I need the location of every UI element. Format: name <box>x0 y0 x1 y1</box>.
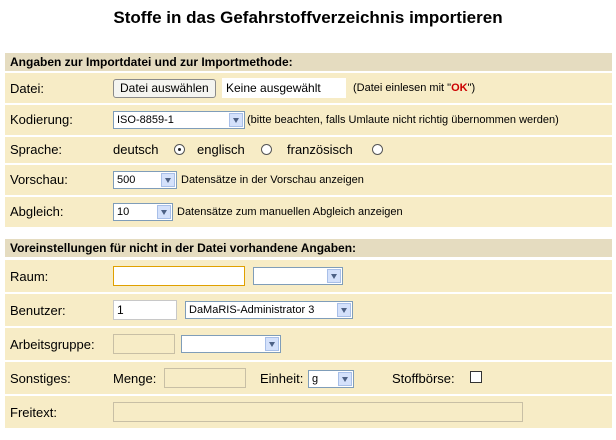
workgroup-input[interactable] <box>113 334 175 354</box>
chevron-down-icon <box>327 269 341 283</box>
file-hint: (Datei einlesen mit "OK") <box>353 82 476 94</box>
chevron-down-icon <box>265 337 279 351</box>
radio-franzoesisch[interactable] <box>372 144 383 155</box>
chevron-down-icon <box>338 372 352 386</box>
preview-text: Datensätze in der Vorschau anzeigen <box>181 174 364 186</box>
import-form: Angaben zur Importdatei und zur Importme… <box>2 44 614 440</box>
match-row: Abgleich: 10 Datensätze zum manuellen Ab… <box>5 197 612 227</box>
exchange-label: Stoffbörse: <box>392 371 455 386</box>
user-id-input[interactable]: 1 <box>113 300 177 320</box>
encoding-row: Kodierung: ISO-8859-1 (bitte beachten, f… <box>5 105 612 135</box>
choose-file-button[interactable]: Datei auswählen <box>113 79 216 98</box>
preview-row: Vorschau: 500 Datensätze in der Vorschau… <box>5 165 612 195</box>
section-header-defaults: Voreinstellungen für nicht in der Datei … <box>5 239 612 257</box>
radio-deutsch[interactable] <box>174 144 185 155</box>
unit-select[interactable]: g <box>308 370 354 388</box>
chevron-down-icon <box>337 303 351 317</box>
radio-englisch[interactable] <box>261 144 272 155</box>
workgroup-label: Arbeitsgruppe: <box>10 337 95 352</box>
amount-label: Menge: <box>113 371 157 386</box>
unit-label: Einheit: <box>260 371 304 386</box>
preview-label: Vorschau: <box>10 172 68 187</box>
ok-text: OK <box>451 82 468 94</box>
room-select[interactable] <box>253 267 343 285</box>
chevron-down-icon <box>229 113 243 127</box>
freetext-label: Freitext: <box>10 405 57 420</box>
encoding-hint: (bitte beachten, falls Umlaute nicht ric… <box>247 114 559 126</box>
preview-select[interactable]: 500 <box>113 171 177 189</box>
language-option-englisch: englisch <box>197 142 245 157</box>
amount-input[interactable] <box>164 368 246 388</box>
file-row: Datei: Datei auswählen Keine ausgewählt … <box>5 73 612 103</box>
user-label: Benutzer: <box>10 303 66 318</box>
match-select[interactable]: 10 <box>113 203 173 221</box>
chevron-down-icon <box>161 173 175 187</box>
section-header-import: Angaben zur Importdatei und zur Importme… <box>5 53 612 71</box>
exchange-checkbox[interactable] <box>470 371 482 383</box>
freetext-row: Freitext: <box>5 396 612 428</box>
room-label: Raum: <box>10 269 49 284</box>
misc-row: Sonstiges: Menge: Einheit: g Stoffbörse: <box>5 362 612 394</box>
match-text: Datensätze zum manuellen Abgleich anzeig… <box>177 206 403 218</box>
encoding-select[interactable]: ISO-8859-1 <box>113 111 245 129</box>
user-select[interactable]: DaMaRIS-Administrator 3 <box>185 301 353 319</box>
language-option-franzoesisch: französisch <box>287 142 353 157</box>
room-row: Raum: <box>5 260 612 292</box>
language-row: Sprache: deutsch englisch französisch <box>5 137 612 163</box>
page-title: Stoffe in das Gefahrstoffverzeichnis imp… <box>113 8 503 27</box>
encoding-label: Kodierung: <box>10 112 73 127</box>
language-label: Sprache: <box>10 142 63 157</box>
user-row: Benutzer: 1 DaMaRIS-Administrator 3 <box>5 294 612 326</box>
workgroup-row: Arbeitsgruppe: <box>5 328 612 360</box>
workgroup-select[interactable] <box>181 335 281 353</box>
file-status: Keine ausgewählt <box>222 78 346 98</box>
misc-label: Sonstiges: <box>10 371 71 386</box>
file-label: Datei: <box>10 81 44 96</box>
freetext-input[interactable] <box>113 402 523 422</box>
language-option-deutsch: deutsch <box>113 142 159 157</box>
match-label: Abgleich: <box>10 204 64 219</box>
chevron-down-icon <box>157 205 171 219</box>
room-input[interactable] <box>113 266 245 286</box>
